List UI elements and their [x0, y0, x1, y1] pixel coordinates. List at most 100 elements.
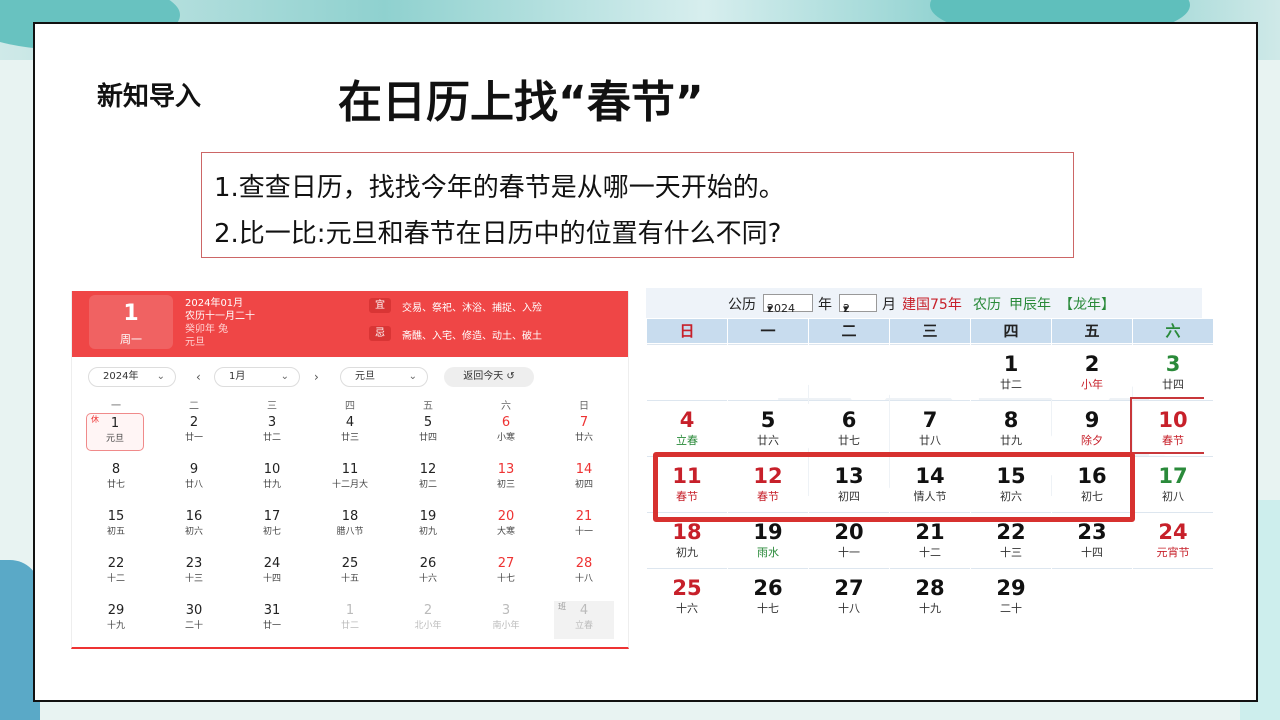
calendar-day-cell[interactable]: 3 廿四: [1133, 344, 1213, 398]
calendar-day-cell[interactable]: 16 初六: [164, 507, 224, 545]
calendar-day-cell[interactable]: 2 北小年: [398, 601, 458, 639]
calendar-day-cell[interactable]: 7 廿八: [890, 400, 970, 454]
day-number: 28: [915, 576, 945, 600]
calendar-day-cell[interactable]: 8 廿九: [971, 400, 1051, 454]
calendar-day-cell[interactable]: 23 十三: [164, 554, 224, 592]
calendar-day-cell[interactable]: 27 十八: [809, 568, 889, 622]
calendar-day-cell[interactable]: 3 廿二: [242, 413, 302, 451]
calendar-day-cell[interactable]: 24 元宵节: [1133, 512, 1213, 566]
year-unit: 年: [818, 297, 832, 313]
calendar-day-cell[interactable]: 28 十八: [554, 554, 614, 592]
lunar-day: 十六: [676, 602, 698, 615]
calendar-day-cell[interactable]: 20 大寒: [476, 507, 536, 545]
calendar-day-cell[interactable]: 1 廿二: [320, 601, 380, 639]
calendar-day-cell[interactable]: 31 廿一: [242, 601, 302, 639]
prev-month-icon[interactable]: ‹: [196, 370, 201, 384]
calendar-day-cell[interactable]: 26 十六: [398, 554, 458, 592]
lunar-day: 廿七: [106, 480, 125, 490]
weekday-header: 六: [1133, 319, 1213, 343]
month-select[interactable]: 2 ▾: [839, 294, 877, 315]
calendar-day-cell[interactable]: 休 1 元旦: [86, 413, 144, 451]
calendar-day-cell[interactable]: 5 廿四: [398, 413, 458, 451]
lunar-day: 十八: [574, 574, 593, 584]
calendar-day-cell[interactable]: 4 立春: [647, 400, 727, 454]
calendar-day-cell[interactable]: 2 廿一: [164, 413, 224, 451]
zodiac-label: 【龙年】: [1059, 297, 1115, 313]
calendar-day-cell[interactable]: 14 初四: [554, 460, 614, 498]
calendar-day-cell[interactable]: 28 十九: [890, 568, 970, 622]
lunar-day: 初五: [106, 527, 125, 537]
calendar-day-cell[interactable]: 班 4 立春: [554, 601, 614, 639]
lunar-day: 十九: [919, 602, 941, 615]
calendar-day-cell[interactable]: 7 廿六: [554, 413, 614, 451]
calendar-day-cell[interactable]: 6 廿七: [809, 400, 889, 454]
spring-festival-highlight-box: [653, 452, 1135, 522]
day-number: 3: [267, 415, 277, 430]
calendar-day-cell[interactable]: 9 廿八: [164, 460, 224, 498]
chevron-down-icon: ⌄: [408, 371, 417, 382]
lunar-day: 廿八: [184, 480, 203, 490]
calendar-day-cell[interactable]: 10 廿九: [242, 460, 302, 498]
calendar-day-cell[interactable]: 24 十四: [242, 554, 302, 592]
calendar-day-cell[interactable]: 12 初二: [398, 460, 458, 498]
calendar-day-cell[interactable]: 11 十二月大: [320, 460, 380, 498]
calendar-day-cell: [728, 344, 808, 398]
calendar-day-cell[interactable]: 8 廿七: [86, 460, 146, 498]
day-number: 7: [579, 415, 589, 430]
calendar-day-cell[interactable]: 18 腊八节: [320, 507, 380, 545]
lunar-day: 十四: [1081, 546, 1103, 559]
lunar-day: 十二: [106, 574, 125, 584]
calendar-day-cell[interactable]: 6 小寒: [476, 413, 536, 451]
calendar-day-cell[interactable]: 5 廿六: [728, 400, 808, 454]
calendar-day-cell[interactable]: 15 初五: [86, 507, 146, 545]
calendar-day-cell[interactable]: 13 初三: [476, 460, 536, 498]
month-select[interactable]: 1月 ⌄: [214, 367, 300, 387]
weekday-header: 五: [1052, 319, 1132, 343]
day-number: 2: [1084, 352, 1100, 376]
lunar-day: 除夕: [1081, 434, 1103, 447]
calendar-day-cell[interactable]: 26 十七: [728, 568, 808, 622]
day-number: 17: [263, 509, 281, 524]
ji-activities: 斋醮、入宅、修造、动土、破土: [402, 331, 542, 342]
back-to-today-button[interactable]: 返回今天 ↺: [444, 367, 534, 387]
day-number: 14: [575, 462, 593, 477]
calendar-day-cell[interactable]: 30 二十: [164, 601, 224, 639]
lunar-day: 廿一: [184, 433, 203, 443]
calendar-day-cell[interactable]: 29 二十: [971, 568, 1051, 622]
next-month-icon[interactable]: ›: [314, 370, 319, 384]
calendar-day-cell[interactable]: 29 十九: [86, 601, 146, 639]
day-number: 3: [1165, 352, 1181, 376]
lunar-day: 初三: [496, 480, 515, 490]
calendar-day-cell[interactable]: 9 除夕: [1052, 400, 1132, 454]
work-day-mark: 班: [558, 602, 566, 611]
slide-title: 在日历上找“春节”: [338, 77, 704, 128]
day-number: 8: [1003, 408, 1019, 432]
day-number: 24: [1158, 520, 1188, 544]
lunar-day: 廿二: [340, 621, 359, 631]
calendar-day-cell[interactable]: 25 十五: [320, 554, 380, 592]
calendar-day-cell[interactable]: 17 初七: [242, 507, 302, 545]
lunar-day: 二十: [1000, 602, 1022, 615]
calendar-day-cell[interactable]: 4 廿三: [320, 413, 380, 451]
lunar-day: 腊八节: [336, 527, 364, 537]
calendar-day-cell[interactable]: 17 初八: [1133, 456, 1213, 510]
lunar-day: 廿六: [757, 434, 779, 447]
weekday-header: 四: [971, 319, 1051, 343]
calendar-day-cell[interactable]: 21 十一: [554, 507, 614, 545]
calendar-day-cell[interactable]: 27 十七: [476, 554, 536, 592]
weekday-header: 六: [501, 401, 511, 412]
calendar-day-cell[interactable]: 19 初九: [398, 507, 458, 545]
lunar-day: 廿三: [340, 433, 359, 443]
selected-day-weekday: 周一: [120, 333, 142, 346]
holiday-select[interactable]: 元旦 ⌄: [340, 367, 428, 387]
lunar-day: 北小年: [414, 621, 442, 631]
calendar-day-cell[interactable]: 22 十二: [86, 554, 146, 592]
year-select[interactable]: 2024年 ⌄: [88, 367, 176, 387]
calendar-day-cell[interactable]: 25 十六: [647, 568, 727, 622]
lunar-day: 十二: [919, 546, 941, 559]
lunar-day: 廿七: [838, 434, 860, 447]
calendar-day-cell[interactable]: 1 廿二: [971, 344, 1051, 398]
calendar-day-cell[interactable]: 2 小年: [1052, 344, 1132, 398]
year-select[interactable]: 2024 ▾: [763, 294, 813, 315]
calendar-day-cell[interactable]: 3 南小年: [476, 601, 536, 639]
